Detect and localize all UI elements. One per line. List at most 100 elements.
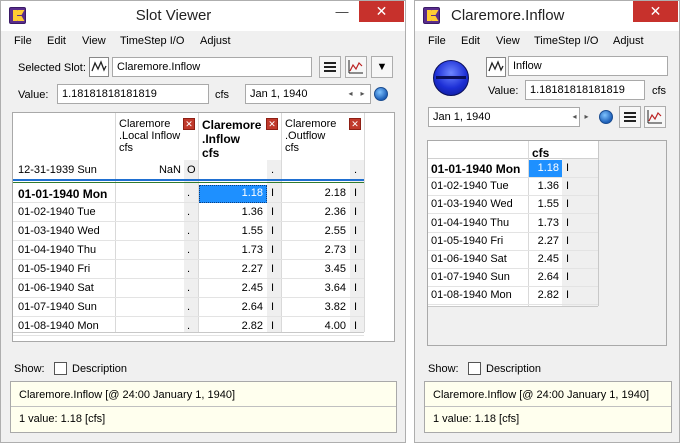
info-slot-line: Claremore.Inflow [@ 24:00 January 1, 194… bbox=[433, 389, 650, 401]
plot-icon bbox=[647, 110, 662, 124]
menu-timestep-io[interactable]: TimeStep I/O bbox=[120, 35, 184, 47]
date-prev-button[interactable]: ◂ bbox=[569, 108, 580, 126]
cell-value[interactable]: 2.64 bbox=[199, 301, 263, 313]
date-next-button[interactable]: ▸ bbox=[357, 85, 368, 103]
menu-file[interactable]: File bbox=[428, 35, 446, 47]
cell-value[interactable]: 2.27 bbox=[199, 263, 263, 275]
menu-file[interactable]: File bbox=[14, 35, 32, 47]
cell-flag: I bbox=[566, 289, 570, 302]
row-divider bbox=[428, 286, 598, 288]
cell-value[interactable]: 2.45 bbox=[199, 282, 263, 294]
list-icon bbox=[624, 112, 636, 122]
remove-column-icon[interactable]: ✕ bbox=[266, 118, 278, 130]
cell-value[interactable]: 2.82 bbox=[529, 289, 559, 301]
cell-flag: I bbox=[354, 187, 358, 199]
cell-value[interactable]: 1.18 bbox=[529, 162, 559, 174]
cell-value[interactable]: 3.82 bbox=[282, 301, 346, 313]
cell-value[interactable]: 2.27 bbox=[529, 235, 559, 247]
remove-column-icon[interactable]: ✕ bbox=[183, 118, 195, 130]
column-header-outflow[interactable]: Claremore .Outflow cfs bbox=[285, 118, 336, 154]
cell-value[interactable]: 3.64 bbox=[282, 282, 346, 294]
plot-button[interactable] bbox=[644, 106, 666, 128]
menu-timestep-io[interactable]: TimeStep I/O bbox=[534, 35, 598, 47]
description-checkbox[interactable] bbox=[54, 362, 67, 375]
globe-icon[interactable] bbox=[374, 87, 388, 101]
column-header-inflow[interactable]: Claremore .Inflow cfs bbox=[202, 118, 261, 160]
value-label: Value: bbox=[18, 89, 49, 101]
row-divider bbox=[13, 221, 364, 222]
cell-value[interactable]: NaN bbox=[119, 164, 181, 176]
cell-value[interactable]: 1.36 bbox=[199, 206, 263, 218]
cell-value[interactable]: 1.55 bbox=[529, 198, 559, 210]
slot-name-field[interactable]: Inflow bbox=[508, 56, 668, 76]
cell-flag: I bbox=[271, 206, 275, 218]
date-prev-button[interactable]: ◂ bbox=[345, 85, 356, 103]
date-field[interactable]: Jan 1, 1940 bbox=[428, 107, 580, 127]
menu-view[interactable]: View bbox=[496, 35, 520, 47]
cell-value[interactable]: 2.73 bbox=[282, 244, 346, 256]
cell-value[interactable]: 3.45 bbox=[282, 263, 346, 275]
cell-flag: I bbox=[354, 282, 358, 294]
cell-value[interactable]: 2.55 bbox=[282, 225, 346, 237]
menu-edit[interactable]: Edit bbox=[47, 35, 66, 47]
description-checkbox[interactable] bbox=[468, 362, 481, 375]
value-field[interactable]: 1.18181818181819 bbox=[525, 80, 645, 100]
close-button[interactable]: ✕ bbox=[633, 1, 678, 22]
cell-value[interactable]: 2.18 bbox=[282, 187, 346, 199]
slot-viewer-window: Slot Viewer — ✕ File Edit View TimeStep … bbox=[0, 0, 406, 443]
cell-value[interactable]: 1.73 bbox=[529, 217, 559, 229]
cell-value[interactable]: 2.36 bbox=[282, 206, 346, 218]
cell-flag: I bbox=[271, 301, 275, 313]
slot-dropdown-button[interactable]: ▼ bbox=[371, 56, 393, 78]
menu-view[interactable]: View bbox=[82, 35, 106, 47]
list-view-button[interactable] bbox=[319, 56, 341, 78]
cell-value[interactable]: 1.36 bbox=[529, 180, 559, 192]
cell-value[interactable]: 2.45 bbox=[529, 253, 559, 265]
description-label: Description bbox=[486, 363, 542, 375]
cell-flag: . bbox=[187, 206, 191, 218]
minimize-button[interactable]: — bbox=[327, 1, 357, 23]
row-date: 01-03-1940 Wed bbox=[18, 225, 100, 237]
list-view-button[interactable] bbox=[619, 106, 641, 128]
cell-value[interactable]: 1.18 bbox=[199, 187, 263, 199]
cell-flag: I bbox=[566, 216, 570, 229]
description-label: Description bbox=[72, 363, 128, 375]
cell-flag: I bbox=[354, 206, 358, 218]
units-label: cfs bbox=[215, 89, 230, 101]
row-divider bbox=[428, 195, 598, 197]
slot-table: Claremore .Local Inflow cfs ✕ Claremore … bbox=[12, 112, 395, 342]
cell-flag: . bbox=[187, 282, 191, 294]
row-date: 12-31-1939 Sun bbox=[18, 164, 97, 176]
value-field[interactable]: 1.18181818181819 bbox=[57, 84, 209, 104]
show-label: Show: bbox=[428, 363, 459, 375]
title-bar: Claremore.Inflow ✕ bbox=[415, 1, 679, 31]
plot-button[interactable] bbox=[345, 56, 367, 78]
run-start-separator bbox=[13, 179, 364, 181]
cell-value[interactable]: 1.73 bbox=[199, 244, 263, 256]
globe-icon[interactable] bbox=[599, 110, 613, 124]
cell-flag: I bbox=[566, 253, 570, 265]
menu-adjust[interactable]: Adjust bbox=[613, 35, 644, 47]
selected-slot-field[interactable]: Claremore.Inflow bbox=[112, 57, 312, 77]
menu-edit[interactable]: Edit bbox=[461, 35, 480, 47]
cell-value[interactable]: 4.00 bbox=[282, 320, 346, 332]
cell-value[interactable]: 2.64 bbox=[529, 271, 559, 283]
row-date: 01-07-1940 Sun bbox=[431, 271, 510, 284]
menu-bar: File Edit View TimeStep I/O Adjust bbox=[1, 32, 405, 52]
row-date: 01-02-1940 Tue bbox=[431, 180, 509, 193]
cell-flag: I bbox=[566, 198, 570, 211]
close-button[interactable]: ✕ bbox=[359, 1, 404, 22]
slot-dialog-window: Claremore.Inflow ✕ File Edit View TimeSt… bbox=[414, 0, 680, 443]
menu-bar: File Edit View TimeStep I/O Adjust bbox=[415, 32, 679, 52]
info-value-line: 1 value: 1.18 [cfs] bbox=[433, 413, 520, 425]
cell-value[interactable]: 2.82 bbox=[199, 320, 263, 332]
cell-flag: I bbox=[566, 180, 570, 193]
info-panel: Claremore.Inflow [@ 24:00 January 1, 194… bbox=[424, 381, 672, 433]
column-header-local-inflow[interactable]: Claremore .Local Inflow cfs bbox=[119, 118, 180, 154]
cell-flag: I bbox=[566, 234, 570, 247]
cell-flag: I bbox=[271, 263, 275, 275]
remove-column-icon[interactable]: ✕ bbox=[349, 118, 361, 130]
date-next-button[interactable]: ▸ bbox=[581, 108, 592, 126]
menu-adjust[interactable]: Adjust bbox=[200, 35, 231, 47]
cell-value[interactable]: 1.55 bbox=[199, 225, 263, 237]
